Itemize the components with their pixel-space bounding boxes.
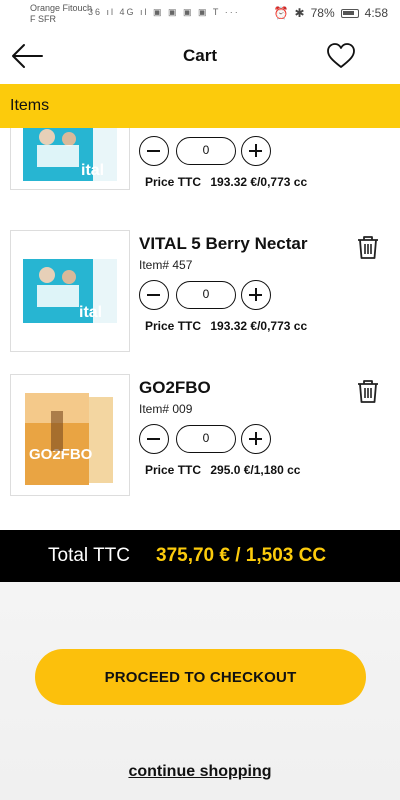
items-label: Items [10, 97, 50, 114]
price-label: Price TTC [145, 175, 202, 189]
product-image: ital [10, 128, 130, 190]
clock: 4:58 [364, 6, 388, 20]
quantity-field[interactable]: 0 [176, 137, 236, 165]
svg-text:ital: ital [79, 304, 102, 321]
bluetooth-icon: ✱ [294, 6, 305, 20]
item-sku: Item# 009 [139, 402, 193, 416]
item-price: Price TTC 193.32 €/0,773 cc [145, 319, 307, 333]
item-sku: Item# 457 [139, 258, 193, 272]
decrease-button[interactable] [139, 136, 169, 166]
item-name: GO2FBO [139, 378, 211, 397]
svg-text:ital: ital [81, 162, 104, 179]
cart-list[interactable]: ital 0 Price TTC 193.32 €/0,773 cc ital … [0, 128, 400, 530]
total-bar: Total TTC 375,70 € / 1,503 CC [0, 530, 400, 582]
product-image: GO2FBO [10, 374, 130, 496]
item-price: Price TTC 295.0 €/1,180 cc [145, 463, 300, 477]
increase-button[interactable] [241, 424, 271, 454]
increase-button[interactable] [241, 136, 271, 166]
checkout-area: PROCEED TO CHECKOUT continue shopping [0, 582, 400, 800]
trash-icon [358, 380, 378, 403]
total-value: 375,70 € / 1,503 CC [156, 545, 327, 566]
quantity-field[interactable]: 0 [176, 425, 236, 453]
decrease-button[interactable] [139, 280, 169, 310]
cart-item: GO2FBO GO2FBO Item# 009 0 Price TTC 295.… [0, 374, 400, 504]
carrier-line-1: Orange Fitouch [30, 3, 93, 13]
items-section-header: Items [0, 84, 400, 128]
quantity-stepper: 0 [139, 280, 273, 310]
price-value: 193.32 €/0,773 cc [210, 319, 308, 333]
carrier-label: Orange Fitouch F SFR [30, 3, 92, 25]
cart-item: ital 0 Price TTC 193.32 €/0,773 cc [0, 128, 400, 216]
battery-percent: 78% [310, 6, 335, 20]
product-image: ital [10, 230, 130, 352]
increase-button[interactable] [241, 280, 271, 310]
total-label: Total TTC [48, 545, 131, 566]
cart-item: ital VITAL 5 Berry Nectar Item# 457 0 Pr… [0, 230, 400, 360]
quantity-field[interactable]: 0 [176, 281, 236, 309]
carrier-line-2: F SFR [30, 14, 56, 24]
decrease-button[interactable] [139, 424, 169, 454]
alarm-icon: ⏰ [273, 6, 289, 20]
status-right: ⏰ ✱ 78% 4:58 [274, 6, 388, 20]
status-bar: Orange Fitouch F SFR 36 ıl 4G ıl ▣ ▣ ▣ ▣… [0, 0, 400, 28]
remove-button[interactable] [356, 234, 380, 260]
quantity-stepper: 0 [139, 136, 273, 166]
battery-icon [340, 8, 359, 18]
trash-icon [358, 236, 378, 259]
continue-shopping-link[interactable]: continue shopping [0, 763, 400, 781]
status-icons: 36 ıl 4G ıl ▣ ▣ ▣ ▣ T ··· [88, 7, 240, 17]
heart-icon [327, 43, 355, 68]
quantity-stepper: 0 [139, 424, 273, 454]
app-header: Cart [0, 28, 400, 84]
remove-button[interactable] [356, 378, 380, 404]
price-value: 295.0 €/1,180 cc [210, 463, 301, 477]
checkout-button[interactable]: PROCEED TO CHECKOUT [35, 649, 366, 705]
item-name: VITAL 5 Berry Nectar [139, 234, 308, 253]
wishlist-button[interactable] [326, 42, 356, 70]
item-price: Price TTC 193.32 €/0,773 cc [145, 175, 307, 189]
price-label: Price TTC [145, 463, 202, 477]
price-label: Price TTC [145, 319, 202, 333]
price-value: 193.32 €/0,773 cc [210, 175, 308, 189]
